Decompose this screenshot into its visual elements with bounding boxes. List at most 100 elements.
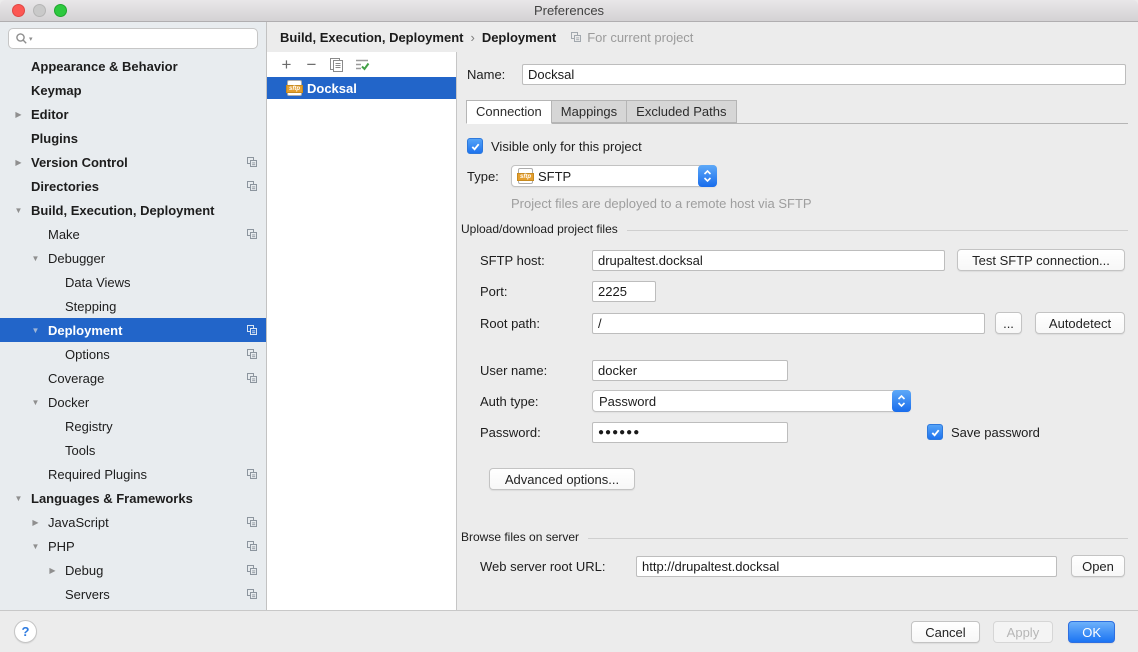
sftp-file-icon: sftp bbox=[518, 168, 533, 184]
chevron-down-icon[interactable]: ▼ bbox=[27, 542, 44, 551]
sidebar-item-version-control[interactable]: ▶ Version Control bbox=[0, 150, 266, 174]
sidebar-item-plugins[interactable]: Plugins bbox=[0, 126, 266, 150]
sidebar-item-editor[interactable]: ▶Editor bbox=[0, 102, 266, 126]
chevron-down-icon[interactable]: ▼ bbox=[27, 326, 44, 335]
deployment-config-panel: Name: ConnectionMappingsExcluded Paths V… bbox=[457, 52, 1138, 610]
browse-root-path-button[interactable]: ... bbox=[995, 312, 1022, 334]
for-current-project-icon bbox=[246, 180, 258, 192]
visible-only-checkbox[interactable] bbox=[467, 138, 483, 154]
use-as-default-button[interactable] bbox=[349, 55, 374, 75]
minimize-window-button bbox=[33, 4, 46, 17]
visible-only-label: Visible only for this project bbox=[491, 139, 642, 154]
dialog-footer: ? Cancel Apply OK bbox=[0, 610, 1138, 652]
server-list: sftpDocksal bbox=[267, 77, 456, 99]
breadcrumb-parent[interactable]: Build, Execution, Deployment bbox=[280, 30, 463, 45]
server-list-item[interactable]: sftpDocksal bbox=[267, 77, 456, 99]
sidebar-item-make[interactable]: Make bbox=[0, 222, 266, 246]
user-name-input[interactable] bbox=[592, 360, 788, 381]
window-controls bbox=[12, 4, 67, 17]
sidebar-item-label: Version Control bbox=[31, 155, 128, 170]
for-current-project-icon bbox=[246, 324, 258, 336]
sidebar-item-label: Tools bbox=[65, 443, 95, 458]
sidebar-item-label: Keymap bbox=[31, 83, 82, 98]
help-button[interactable]: ? bbox=[14, 620, 37, 643]
save-password-checkbox[interactable] bbox=[927, 424, 943, 440]
name-input[interactable] bbox=[522, 64, 1126, 85]
sidebar-item-servers[interactable]: Servers bbox=[0, 582, 266, 606]
sidebar-item-label: Coverage bbox=[48, 371, 104, 386]
section-divider bbox=[627, 230, 1128, 231]
web-root-label: Web server root URL: bbox=[480, 559, 605, 574]
search-options-caret-icon[interactable]: ▾ bbox=[29, 35, 33, 43]
save-password-label: Save password bbox=[951, 425, 1040, 440]
sidebar-item-appearance-behavior[interactable]: Appearance & Behavior bbox=[0, 54, 266, 78]
chevron-right-icon[interactable]: ▶ bbox=[44, 566, 61, 575]
settings-sidebar: ▾ Appearance & Behavior Keymap ▶EditorPlug… bbox=[0, 22, 267, 610]
sidebar-item-debugger[interactable]: ▼Debugger bbox=[0, 246, 266, 270]
sftp-host-input[interactable] bbox=[592, 250, 945, 271]
sidebar-item-php[interactable]: ▼ PHP bbox=[0, 534, 266, 558]
auth-type-dropdown[interactable]: Password bbox=[592, 390, 911, 412]
for-current-project-icon bbox=[246, 228, 258, 240]
open-url-button[interactable]: Open bbox=[1071, 555, 1125, 577]
sidebar-item-coverage[interactable]: Coverage bbox=[0, 366, 266, 390]
tab-connection[interactable]: Connection bbox=[466, 100, 552, 124]
root-path-input[interactable] bbox=[592, 313, 985, 334]
sidebar-item-data-views[interactable]: Data Views bbox=[0, 270, 266, 294]
cancel-button[interactable]: Cancel bbox=[911, 621, 979, 643]
autodetect-button[interactable]: Autodetect bbox=[1035, 312, 1125, 334]
sidebar-item-debug[interactable]: ▶Debug bbox=[0, 558, 266, 582]
sidebar-item-label: Stepping bbox=[65, 299, 116, 314]
for-current-project-icon bbox=[246, 588, 258, 600]
root-path-label: Root path: bbox=[480, 316, 540, 331]
sidebar-item-stepping[interactable]: Stepping bbox=[0, 294, 266, 318]
settings-search-field[interactable]: ▾ bbox=[8, 28, 258, 49]
search-icon bbox=[15, 32, 28, 45]
zoom-window-button[interactable] bbox=[54, 4, 67, 17]
sidebar-item-build-execution-deployment[interactable]: ▼Build, Execution, Deployment bbox=[0, 198, 266, 222]
sidebar-item-label: PHP bbox=[48, 539, 75, 554]
sidebar-item-javascript[interactable]: ▶ JavaScript bbox=[0, 510, 266, 534]
search-input[interactable] bbox=[37, 31, 251, 46]
checkmark-icon bbox=[930, 427, 941, 438]
type-dropdown[interactable]: sftp SFTP bbox=[511, 165, 717, 187]
sidebar-item-label: Appearance & Behavior bbox=[31, 59, 178, 74]
sidebar-item-docker[interactable]: ▼ Docker bbox=[0, 390, 266, 414]
sidebar-item-languages-frameworks[interactable]: ▼Languages & Frameworks bbox=[0, 486, 266, 510]
sidebar-item-label: JavaScript bbox=[48, 515, 109, 530]
sidebar-item-label: Docker bbox=[48, 395, 89, 410]
tab-excluded-paths[interactable]: Excluded Paths bbox=[627, 100, 736, 123]
add-server-button[interactable]: + bbox=[274, 55, 299, 75]
chevron-down-icon[interactable]: ▼ bbox=[27, 254, 44, 263]
advanced-options-button[interactable]: Advanced options... bbox=[489, 468, 635, 490]
ok-button[interactable]: OK bbox=[1068, 621, 1115, 643]
chevron-down-icon[interactable]: ▼ bbox=[27, 398, 44, 407]
copy-server-button[interactable] bbox=[324, 55, 349, 75]
for-current-project-icon bbox=[246, 540, 258, 552]
chevron-right-icon[interactable]: ▶ bbox=[10, 110, 27, 119]
test-sftp-connection-button[interactable]: Test SFTP connection... bbox=[957, 249, 1125, 271]
section-browse-label: Browse files on server bbox=[461, 530, 579, 544]
close-window-button[interactable] bbox=[12, 4, 25, 17]
sidebar-item-directories[interactable]: Directories bbox=[0, 174, 266, 198]
tab-mappings[interactable]: Mappings bbox=[552, 100, 627, 123]
chevron-right-icon[interactable]: ▶ bbox=[27, 518, 44, 527]
password-input[interactable] bbox=[592, 422, 788, 443]
sidebar-item-options[interactable]: Options bbox=[0, 342, 266, 366]
port-input[interactable] bbox=[592, 281, 656, 302]
preferences-window: Preferences ▾ Appearance & Behavior Keyma… bbox=[0, 0, 1138, 652]
web-root-input[interactable] bbox=[636, 556, 1057, 577]
sidebar-item-required-plugins[interactable]: Required Plugins bbox=[0, 462, 266, 486]
chevron-down-icon[interactable]: ▼ bbox=[10, 494, 27, 503]
sidebar-item-tools[interactable]: Tools bbox=[0, 438, 266, 462]
type-hint-text: Project files are deployed to a remote h… bbox=[511, 196, 812, 211]
chevron-right-icon[interactable]: ▶ bbox=[10, 158, 27, 167]
window-title: Preferences bbox=[534, 3, 604, 18]
remove-server-button[interactable]: − bbox=[299, 55, 324, 75]
chevron-down-icon[interactable]: ▼ bbox=[10, 206, 27, 215]
apply-button[interactable]: Apply bbox=[993, 621, 1054, 643]
sidebar-item-deployment[interactable]: ▼Deployment bbox=[0, 318, 266, 342]
breadcrumb-separator: › bbox=[470, 30, 474, 45]
sidebar-item-registry[interactable]: Registry bbox=[0, 414, 266, 438]
sidebar-item-keymap[interactable]: Keymap bbox=[0, 78, 266, 102]
